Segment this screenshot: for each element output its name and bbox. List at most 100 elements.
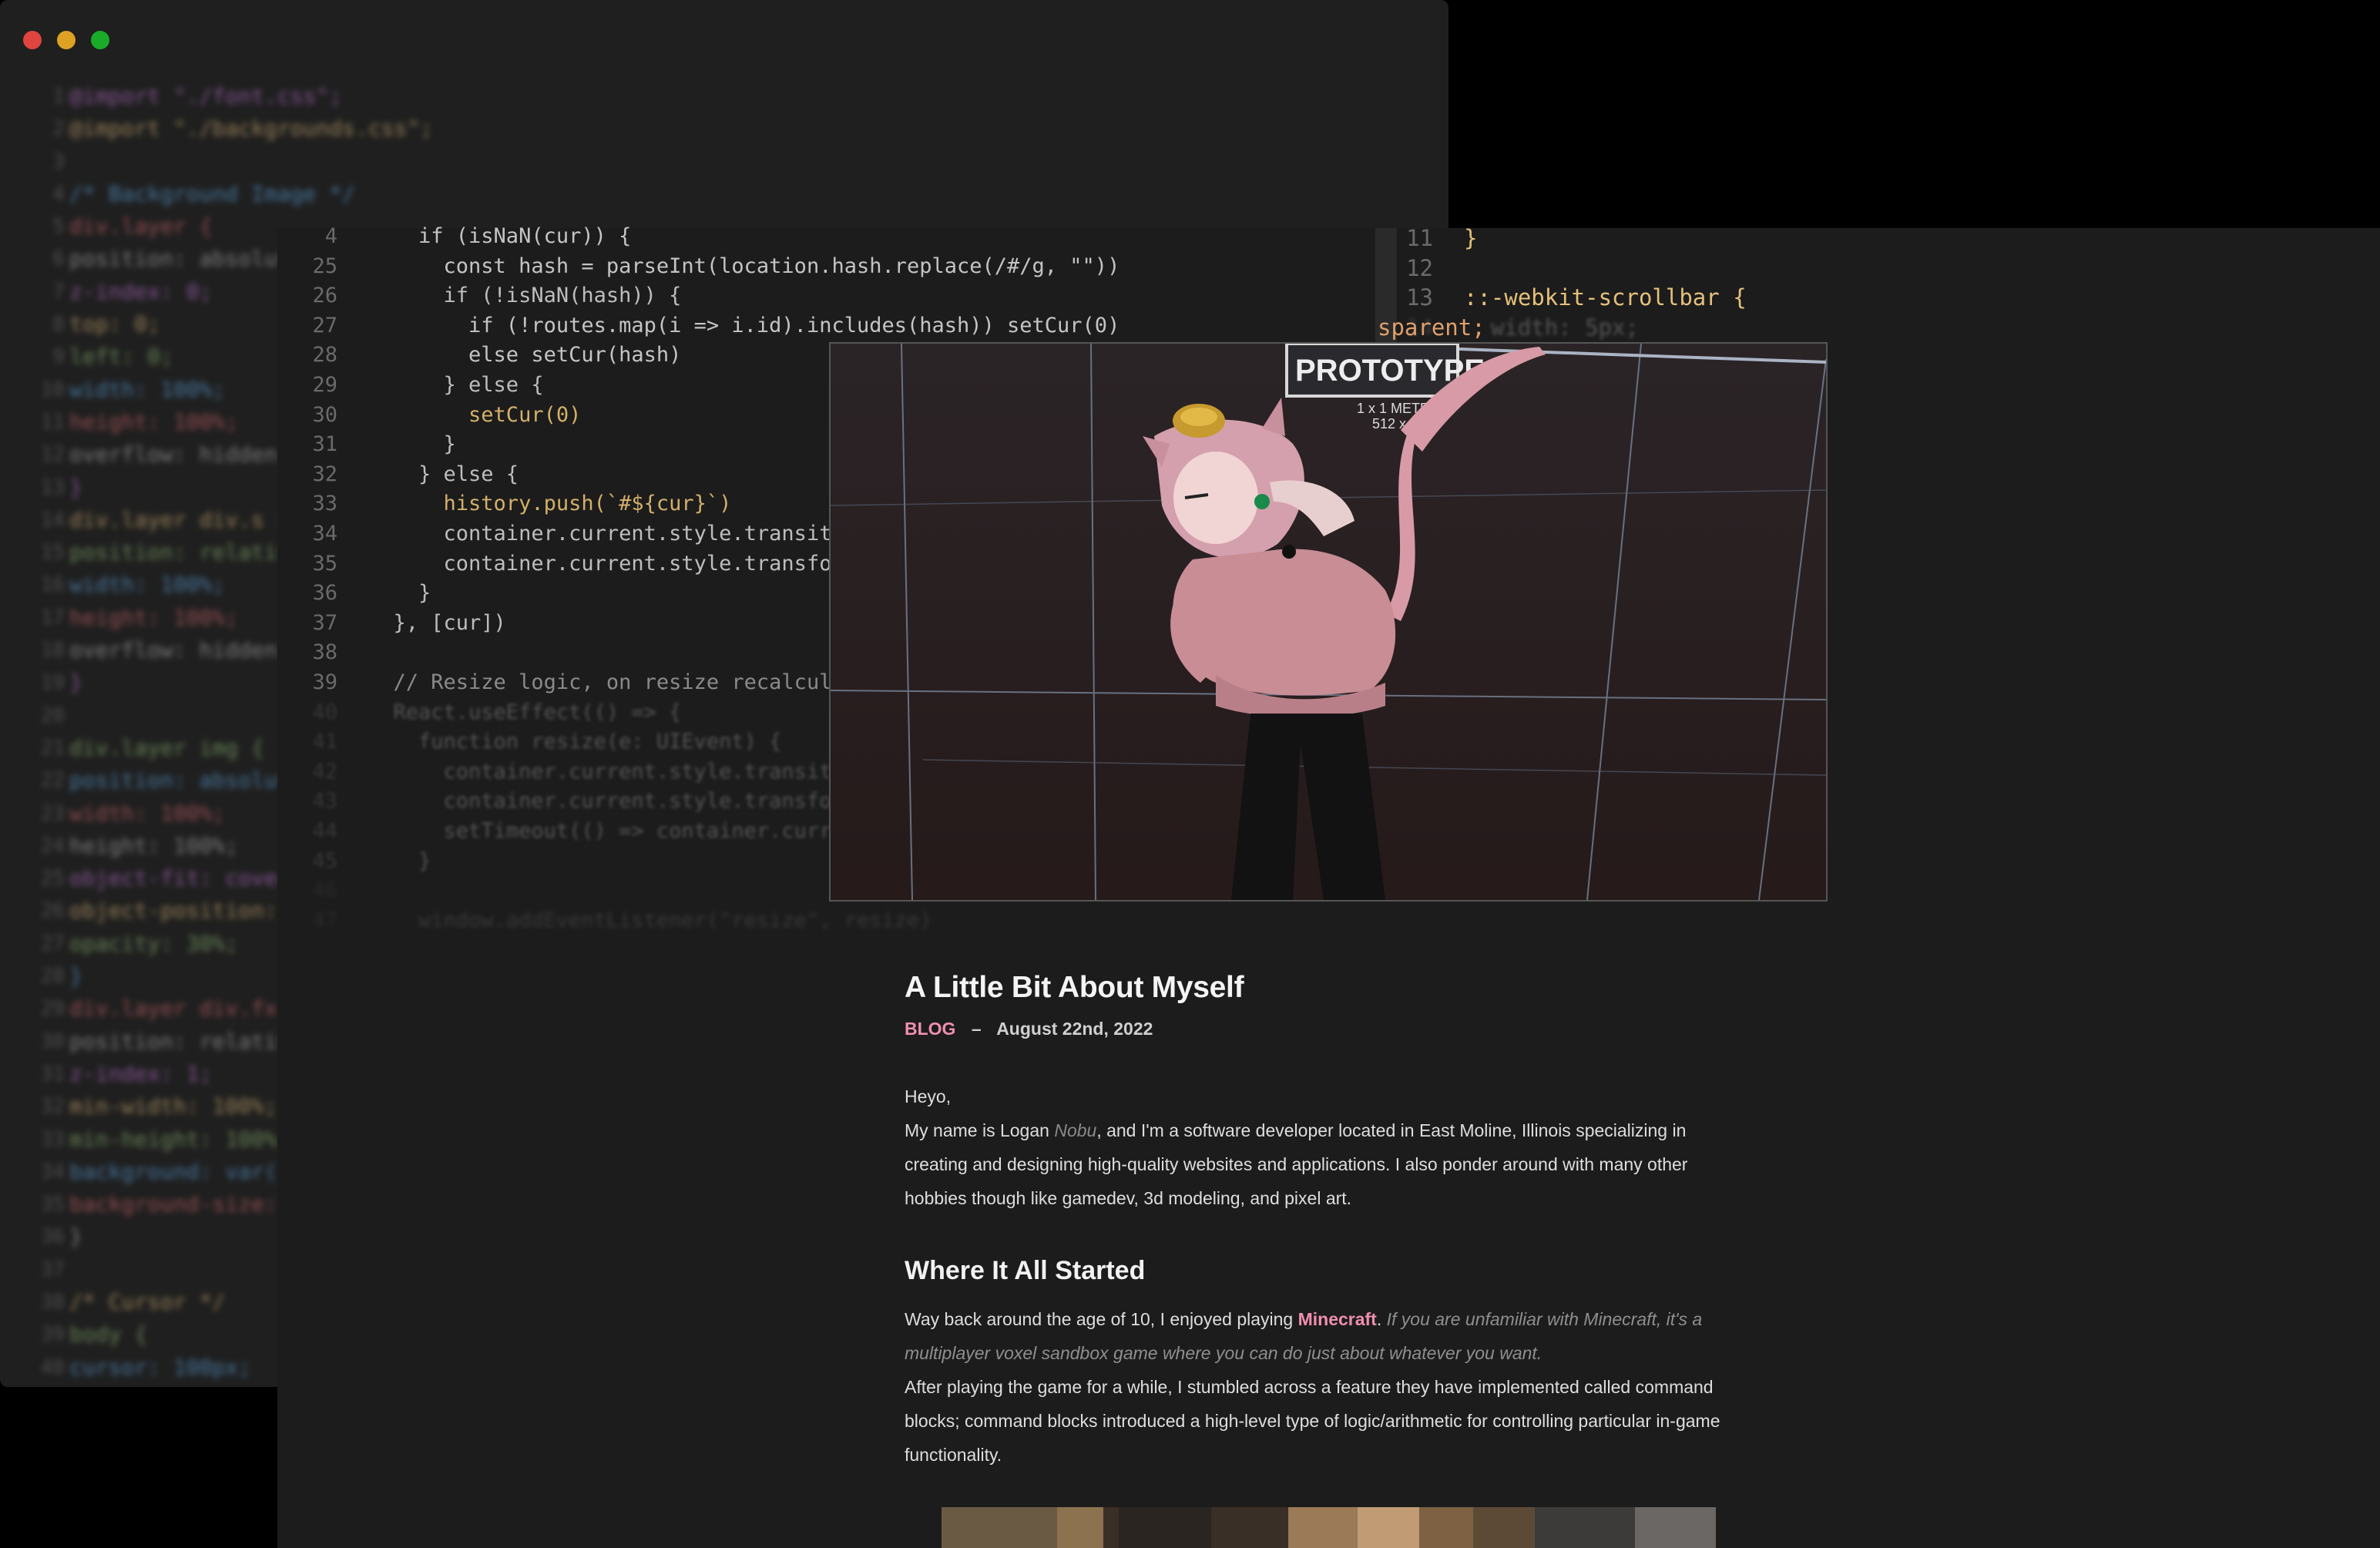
post-date: August 22nd, 2022: [996, 1019, 1153, 1039]
code-line: 47 window.addEventListener("resize", res…: [312, 908, 932, 932]
code-line: div.layer {: [69, 213, 213, 240]
line-number: 14: [40, 508, 65, 532]
close-window-button[interactable]: [23, 31, 42, 49]
code-line: opacity: 30%;: [69, 930, 239, 956]
line-number: 13: [40, 475, 65, 499]
code-line: div.layer img {: [69, 734, 264, 761]
code-line: 11}: [1406, 225, 1478, 251]
line-number: 23: [40, 801, 65, 825]
minimize-window-button[interactable]: [57, 31, 76, 49]
code-line: position: relative;: [69, 539, 317, 566]
line-number: 26: [40, 899, 65, 923]
code-line: object-position: center;: [69, 898, 381, 924]
line-number: 38: [40, 1290, 65, 1314]
code-line: div.layer div.s {: [69, 506, 290, 532]
line-number: 25: [40, 867, 65, 891]
code-line: 37 }, [cur]): [312, 610, 506, 635]
line-number: 20: [40, 703, 65, 727]
code-line: width: 100%;: [69, 376, 226, 402]
line-number: 18: [40, 639, 65, 663]
code-line: 30 setCur(0): [312, 402, 582, 427]
vr-avatar-illustration: PROTOTYPE 1 x 1 METER 512 x 512: [831, 344, 1826, 900]
line-number: 9: [52, 345, 65, 369]
greeting: Heyo,: [905, 1086, 952, 1106]
pixel-art-image: [942, 1507, 1716, 1548]
line-number: 29: [40, 997, 65, 1021]
code-line: overflow: hidden;: [69, 637, 290, 663]
line-number: 28: [40, 965, 65, 989]
command-blocks-paragraph: After playing the game for a while, I st…: [905, 1377, 1720, 1465]
line-number: 30: [40, 1029, 65, 1053]
line-number: 27: [40, 932, 65, 955]
post-title: A Little Bit About Myself: [905, 971, 1244, 1004]
code-line: /* Background Image */: [69, 180, 355, 207]
code-line: }: [69, 1224, 82, 1250]
code-line: width: 100%;: [69, 572, 226, 598]
code-line: 41 function resize(e: UIEvent) {: [312, 730, 782, 754]
line-number: 36: [40, 1225, 65, 1249]
line-number: 1: [52, 85, 65, 108]
code-line: 28 else setCur(hash): [312, 343, 682, 368]
code-line: 4 if (isNaN(cur)) {: [324, 224, 632, 248]
minecraft-link[interactable]: Minecraft: [1298, 1309, 1377, 1329]
code-line: cursor: 100px;: [69, 1354, 252, 1380]
code-line: min-width: 100%;: [69, 1093, 277, 1120]
code-line: 32 } else {: [312, 462, 519, 486]
code-line: position: absolute;: [69, 767, 317, 794]
line-number: 2: [52, 117, 65, 141]
code-line: body {: [69, 1321, 148, 1348]
code-line: 46: [312, 878, 337, 903]
code-line: height: 100%;: [69, 604, 239, 630]
code-line: 45 }: [312, 848, 431, 873]
minecraft-screenshot: [942, 1507, 1716, 1548]
code-line: object-fit: cover;: [69, 865, 304, 892]
minecraft-paragraph: Way back around the age of 10, I enjoyed…: [905, 1309, 1703, 1363]
code-line: 35 container.current.style.transfo: [312, 551, 832, 576]
code-line: position: absolute;: [69, 246, 317, 272]
code-line: 38: [312, 640, 337, 665]
code-line: 33 history.push(`#${cur}`): [312, 492, 732, 516]
line-number: 8: [52, 313, 65, 337]
line-number: 15: [40, 541, 65, 565]
code-line: 39 // Resize logic, on resize recalcul: [312, 670, 832, 694]
category-link[interactable]: BLOG: [905, 1019, 955, 1039]
code-line: height: 100%;: [69, 832, 239, 858]
code-line: 44 setTimeout(() => container.curr: [312, 819, 832, 843]
maximize-window-button[interactable]: [91, 31, 109, 49]
code-line: background-size: 100%;: [69, 1191, 355, 1217]
line-number: 24: [40, 834, 65, 858]
line-number: 10: [40, 378, 65, 401]
line-number: 12: [40, 443, 65, 467]
code-line: z-index: 0;: [69, 278, 213, 304]
code-line: height: 100%;: [69, 408, 239, 435]
code-line: @import "./font.css";: [69, 83, 343, 109]
code-area[interactable]: @import "./font.css"; @import "./backgrou…: [69, 80, 434, 1384]
code-line: }: [69, 963, 82, 989]
line-number: 34: [40, 1160, 65, 1184]
code-line: 13::-webkit-scrollbar {: [1406, 284, 1747, 311]
code-line: min-height: 100%;: [69, 1126, 290, 1152]
line-number: 31: [40, 1062, 65, 1086]
line-number: 11: [40, 410, 65, 434]
code-line: background: var(--bg);: [69, 1158, 355, 1184]
line-number: 19: [40, 671, 65, 695]
code-line: top: 0;: [69, 311, 161, 337]
code-line: @import "./backgrounds.css";: [69, 116, 434, 142]
line-number: 32: [40, 1095, 65, 1119]
line-number: 37: [40, 1258, 65, 1281]
code-line: 40 React.useEffect(() => {: [312, 700, 682, 724]
hero-image: PROTOTYPE 1 x 1 METER 512 x 512: [829, 342, 1828, 902]
code-line: z-index: 1;: [69, 1060, 213, 1086]
code-line: 12: [1406, 254, 1433, 281]
code-line: width: 100%;: [69, 800, 226, 826]
line-number: 3: [52, 149, 65, 173]
code-line: 26 if (!isNaN(hash)) {: [312, 284, 682, 308]
code-line: overflow: hidden;: [69, 442, 290, 468]
post-meta: BLOG – August 22nd, 2022: [905, 1019, 1153, 1039]
nickname: Nobu: [1054, 1120, 1097, 1140]
code-line: div.layer div.fx {: [69, 996, 304, 1022]
line-number: 6: [52, 247, 65, 271]
